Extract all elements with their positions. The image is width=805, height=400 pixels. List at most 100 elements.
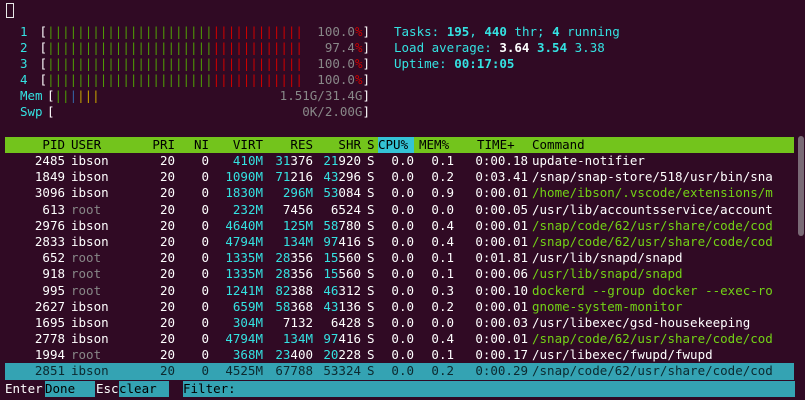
mem-cell: 0.3 (431, 282, 454, 298)
cpu-cell: 0.0 (391, 363, 414, 379)
pri-cell: 20 (159, 282, 175, 298)
res-cell: 296M (282, 185, 313, 201)
pid-cell: 2778 (34, 331, 65, 347)
clear-action[interactable]: clear (119, 381, 169, 397)
process-row[interactable]: 2851 ibson 20 0 4525M 67788 53324 S 0.0 0.2 0:00.2… (5, 363, 794, 380)
pid-cell: 613 (42, 201, 65, 217)
process-row[interactable]: 2485 ibson 20 0 410M 31376 21920 S 0.0 0.1 0:00.18… (5, 153, 794, 169)
virt-cell: 232M (232, 201, 263, 217)
enter-key[interactable]: Enter (5, 381, 43, 397)
mem-cell: 0.1 (431, 347, 454, 363)
cpu-cell: 0.0 (391, 347, 414, 363)
process-row[interactable]: 2778 ibson 20 0 4794M 134M 97416 S 0.0 0.4 0:00.01… (5, 331, 794, 347)
state-cell: S (367, 298, 375, 314)
state-cell: S (367, 363, 375, 379)
pid-cell: 995 (42, 282, 65, 298)
swap-meter: Swp [0K/2.00G] (20, 104, 370, 120)
cpu-cell: 0.0 (391, 169, 414, 185)
cpu-cell: 0.0 (391, 282, 414, 298)
pid-cell: 2627 (34, 298, 65, 314)
col-time[interactable]: TIME+ (477, 137, 515, 153)
pri-cell: 20 (159, 347, 175, 363)
ni-cell: 0 (201, 266, 209, 282)
col-res[interactable]: RES (265, 137, 313, 153)
process-row[interactable]: 652 root 20 0 1335M 28356 15560 S 0.0 0.1 0:01.81/… (5, 250, 794, 266)
done-action[interactable]: Done (45, 381, 95, 397)
pid-cell: 3096 (34, 185, 65, 201)
command-cell: /usr/lib/snapd/snapd (532, 266, 683, 282)
virt-cell: 4794M (225, 233, 263, 249)
user-cell: ibson (71, 363, 109, 379)
pri-cell: 20 (159, 217, 175, 233)
cpu-cell: 0.0 (391, 266, 414, 282)
threads-count: 440 (484, 24, 507, 39)
process-row[interactable]: 1695 ibson 20 0 304M 7132 6428 S 0.0 0.0 0:00.03/u… (5, 315, 794, 331)
col-user[interactable]: USER (71, 137, 101, 153)
cpu-meter-value: 100.0%] (317, 24, 370, 39)
process-row[interactable]: 918 root 20 0 1335M 28356 15560 S 0.0 0.1 0:00.06/… (5, 266, 794, 282)
pri-cell: 20 (159, 169, 175, 185)
cpu-meter-bar: |||||||||||||||||||||||||||||||||| 100.0%… (47, 56, 370, 72)
time-cell: 0:00.17 (475, 347, 528, 363)
cpu-meter-4: 4 [|||||||||||||||||||||||||||||||||| 100… (20, 72, 370, 88)
state-cell: S (367, 347, 375, 363)
shr-cell: 15560 (323, 250, 361, 266)
virt-cell: 1090M (225, 169, 263, 185)
user-cell: ibson (71, 217, 109, 233)
mem-cell: 0.1 (431, 250, 454, 266)
filter-input[interactable]: Filter: (183, 381, 795, 397)
filter-bar: Enter Done Esc clear Filter: (5, 381, 795, 397)
process-row[interactable]: 3096 ibson 20 0 1830M 296M 53084 S 0.0 0.9 0:00.01… (5, 185, 794, 201)
res-cell: 23400 (275, 347, 313, 363)
res-cell: 67788 (275, 363, 313, 379)
col-ni[interactable]: NI (177, 137, 209, 153)
esc-key[interactable]: Esc (96, 381, 119, 397)
process-row[interactable]: 1849 ibson 20 0 1090M 71216 43296 S 0.0 0.2 0:03.4… (5, 169, 794, 185)
pri-cell: 20 (159, 331, 175, 347)
pid-cell: 2976 (34, 217, 65, 233)
summary-panel: Tasks: 195, 440 thr; 4 running Load aver… (394, 24, 620, 72)
col-virt[interactable]: VIRT (213, 137, 263, 153)
user-cell: root (71, 201, 102, 217)
col-cpu-sorted[interactable]: CPU% (378, 137, 414, 153)
user-cell: root (71, 282, 102, 298)
process-row[interactable]: 2833 ibson 20 0 4794M 134M 97416 S 0.0 0.4 0:00.01… (5, 234, 794, 250)
command-cell: /snap/code/62/usr/share/code/cod (532, 363, 773, 379)
shr-cell: 53324 (323, 363, 361, 379)
scrollbar[interactable] (798, 136, 804, 236)
res-cell: 31376 (275, 153, 313, 168)
col-pid[interactable]: PID (5, 137, 65, 153)
process-row[interactable]: 613 root 20 0 232M 7456 6524 S 0.0 0.0 0:00.05/usr… (5, 202, 794, 218)
cpu-cell: 0.0 (391, 233, 414, 249)
time-cell: 0:00.01 (475, 185, 528, 201)
command-cell: /snap/code/62/usr/share/code/cod (532, 233, 773, 249)
command-cell: /usr/lib/snapd/snapd (532, 250, 683, 266)
mem-cell: 0.0 (431, 314, 454, 330)
command-cell: /usr/libexec/fwupd/fwupd (532, 347, 713, 363)
shr-cell: 97416 (323, 331, 361, 347)
ni-cell: 0 (201, 298, 209, 314)
col-pri[interactable]: PRI (145, 137, 175, 153)
cpu-meter-fill: |||||||||||||||||||||||||||||||||| (47, 56, 303, 71)
col-state[interactable]: S (367, 137, 375, 153)
col-command[interactable]: Command (532, 137, 585, 153)
process-row[interactable]: 1994 root 20 0 368M 23400 20228 S 0.0 0.1 0:00.17/… (5, 347, 794, 363)
virt-cell: 1830M (225, 185, 263, 201)
time-cell: 0:00.06 (475, 266, 528, 282)
virt-cell: 4794M (225, 331, 263, 347)
cpu-meter-label: 1 (20, 24, 28, 39)
process-row[interactable]: 2627 ibson 20 0 659M 58368 43136 S 0.0 0.2 0:00.01… (5, 299, 794, 315)
meter-bracket-open: [ (47, 88, 55, 103)
pid-cell: 1695 (34, 314, 65, 330)
pid-cell: 918 (42, 266, 65, 282)
virt-cell: 659M (232, 298, 263, 314)
process-row[interactable]: 2976 ibson 20 0 4640M 125M 58780 S 0.0 0.4 0:00.01… (5, 218, 794, 234)
pri-cell: 20 (159, 185, 175, 201)
ni-cell: 0 (201, 331, 209, 347)
col-shr[interactable]: SHR (313, 137, 361, 153)
col-mem[interactable]: MEM% (419, 137, 449, 153)
cpu-meter-value: 97.4%] (324, 40, 370, 55)
res-cell: 7132 (282, 314, 313, 330)
virt-cell: 410M (232, 153, 263, 168)
process-row[interactable]: 995 root 20 0 1241M 82388 46312 S 0.0 0.3 0:00.10 d… (5, 283, 794, 299)
